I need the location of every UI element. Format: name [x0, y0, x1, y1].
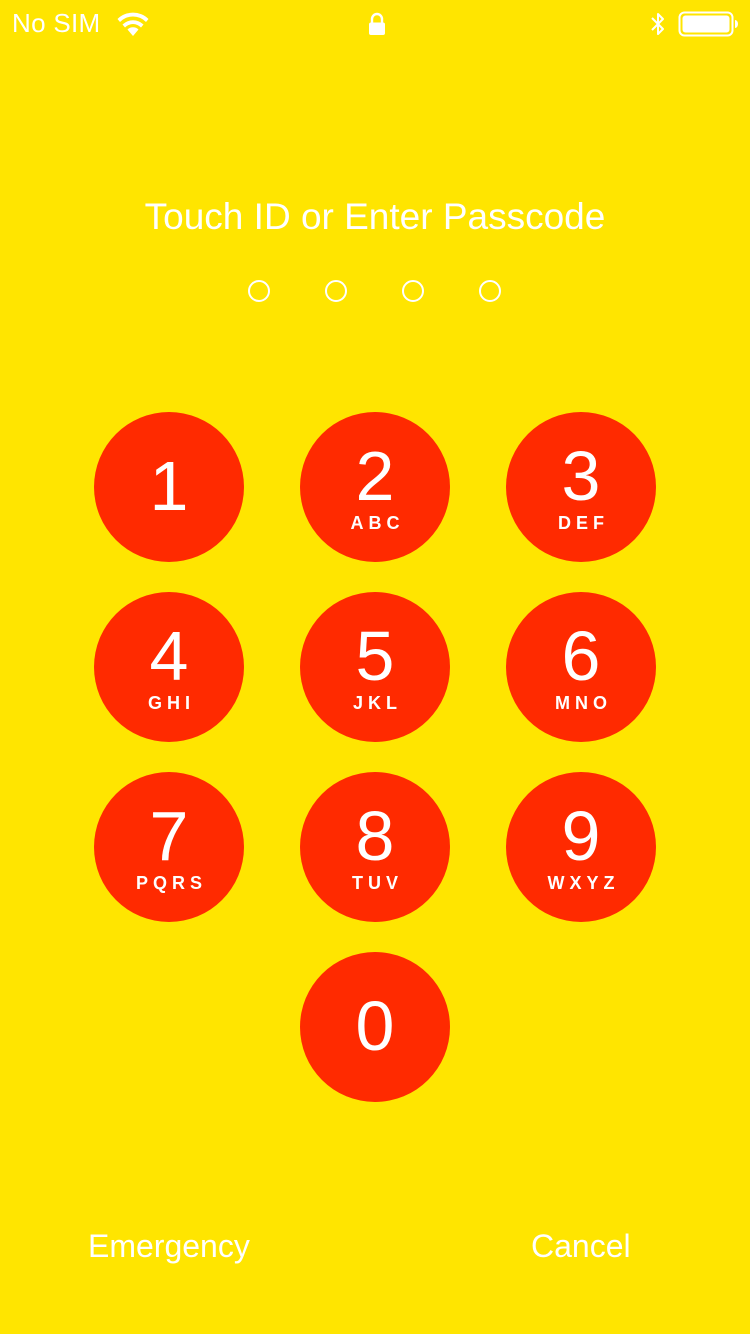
passcode-dot — [325, 280, 347, 302]
key-4[interactable]: 4 GHI — [94, 592, 244, 742]
key-letters: JKL — [352, 693, 402, 713]
key-0[interactable]: 0 — [300, 952, 450, 1102]
passcode-dot — [248, 280, 270, 302]
key-letters: DEF — [558, 513, 609, 533]
key-letters: PQRS — [135, 873, 207, 893]
key-letters: MNO — [555, 693, 612, 713]
passcode-dot — [479, 280, 501, 302]
carrier-label: No SIM — [12, 8, 101, 38]
key-5[interactable]: 5 JKL — [300, 592, 450, 742]
key-8[interactable]: 8 TUV — [300, 772, 450, 922]
key-1[interactable]: 1 — [94, 412, 244, 562]
key-digit: 1 — [149, 447, 189, 525]
status-bar: No SIM — [0, 0, 750, 48]
key-9[interactable]: 9 WXYZ — [506, 772, 656, 922]
key-digit: 8 — [355, 797, 395, 875]
key-digit: 2 — [355, 437, 395, 515]
key-letters: GHI — [147, 693, 195, 713]
bluetooth-icon — [651, 13, 664, 35]
key-7[interactable]: 7 PQRS — [94, 772, 244, 922]
page-title: Touch ID or Enter Passcode — [144, 196, 606, 237]
key-digit: 5 — [355, 617, 395, 695]
cancel-button[interactable]: Cancel — [531, 1228, 631, 1265]
key-letters: TUV — [352, 873, 403, 893]
battery-icon — [678, 11, 738, 37]
key-digit: 9 — [561, 797, 601, 875]
passcode-indicator — [0, 280, 750, 306]
key-3[interactable]: 3 DEF — [506, 412, 656, 562]
key-letters: WXYZ — [547, 873, 620, 893]
key-6[interactable]: 6 MNO — [506, 592, 656, 742]
passcode-dot — [402, 280, 424, 302]
wifi-icon — [117, 12, 149, 36]
lock-icon — [369, 12, 385, 35]
emergency-button[interactable]: Emergency — [88, 1228, 250, 1265]
key-digit: 7 — [149, 797, 189, 875]
key-digit: 4 — [149, 617, 189, 695]
key-digit: 3 — [561, 437, 601, 515]
key-letters: ABC — [350, 513, 405, 533]
key-digit: 0 — [355, 987, 395, 1065]
key-2[interactable]: 2 ABC — [300, 412, 450, 562]
key-digit: 6 — [561, 617, 601, 695]
